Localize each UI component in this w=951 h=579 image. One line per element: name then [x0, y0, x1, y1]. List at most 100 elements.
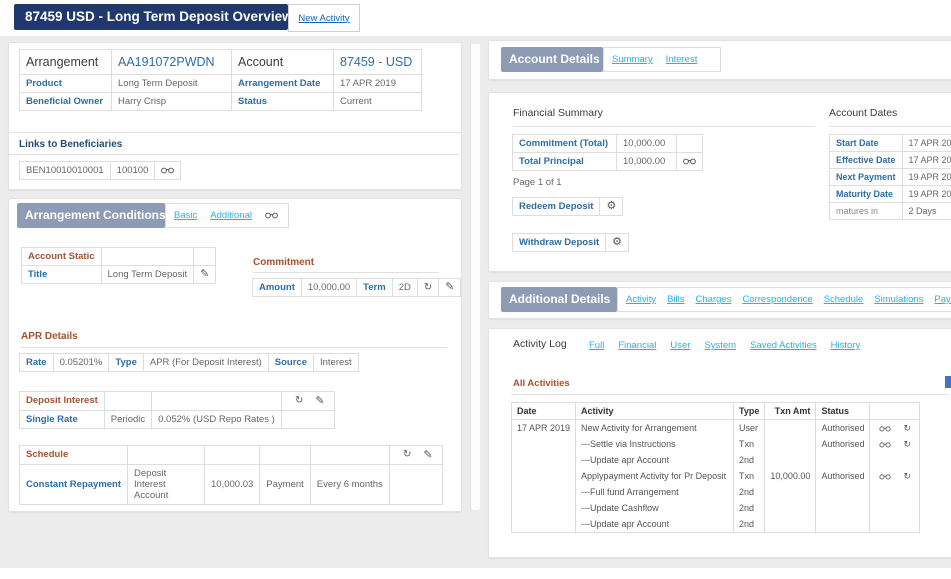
view-icon[interactable] — [879, 440, 891, 449]
account-dates-row: Effective Date 17 APR 2019 — [830, 152, 951, 169]
gear-icon[interactable]: ⚙ — [606, 201, 616, 212]
arrangement-conditions-header: Arrangement Conditions — [17, 203, 165, 228]
arrangement-conditions-panel: Arrangement Conditions Basic Additional A… — [8, 198, 462, 512]
additional-details-link[interactable]: Simulations — [874, 294, 923, 305]
all-activities-table: Date Activity Type Txn Amt Status 17 APR… — [511, 402, 920, 533]
edit-icon[interactable]: ✎ — [315, 396, 324, 407]
schedule-header: Schedule — [20, 446, 128, 465]
activity-row: ---Full fund Arrangement 2nd ↻ — [512, 484, 920, 500]
field-label: Beneficial Owner — [20, 93, 112, 111]
field-value: 17 APR 2019 — [334, 75, 422, 93]
fs-value: 10,000.00 — [617, 135, 677, 153]
account-static-table: Account Static Title Long Term Deposit ✎ — [21, 247, 216, 284]
date-value: 2 Days — [902, 203, 951, 220]
account-dates-row: Start Date 17 APR 2019 — [830, 135, 951, 152]
account-details-link[interactable]: Interest — [666, 54, 698, 65]
redeem-deposit-button[interactable]: Redeem Deposit ⚙ — [512, 197, 623, 216]
view-icon[interactable] — [683, 157, 696, 167]
activity-amt — [765, 452, 816, 468]
conditions-link[interactable]: Additional — [210, 210, 252, 221]
col-txn-amt: Txn Amt — [765, 403, 816, 420]
activity-row: 17 APR 2019 New Activity for Arrangement… — [512, 420, 920, 437]
activity-log-link[interactable]: History — [831, 340, 861, 351]
activity-status: Authorised — [816, 436, 870, 452]
additional-details-link[interactable]: Correspondence — [742, 294, 812, 305]
activity-status: Authorised — [816, 468, 870, 484]
refresh-icon[interactable]: ↻ — [424, 283, 432, 293]
financial-summary-table: Commitment (Total) 10,000.00 Total Princ… — [512, 134, 703, 171]
view-icon[interactable] — [879, 472, 891, 481]
activity-log-link[interactable]: Full — [589, 340, 604, 351]
additional-details-link[interactable]: Activity — [626, 294, 656, 305]
rate-label: Rate — [20, 354, 54, 372]
account-dates-row: Maturity Date 19 APR 2019 — [830, 186, 951, 203]
additional-details-link[interactable]: Payment — [934, 294, 951, 305]
activity-date — [512, 468, 576, 484]
activity-desc: ---Update Cashflow — [576, 500, 734, 516]
date-value: 19 APR 2019 — [902, 169, 951, 186]
new-activity-button[interactable]: New Activity — [288, 4, 360, 32]
history-icon[interactable]: ↻ — [903, 472, 911, 481]
arrangement-summary-row: Beneficial Owner Harry Crisp Status Curr… — [20, 93, 422, 111]
withdraw-deposit-button[interactable]: Withdraw Deposit ⚙ — [512, 233, 629, 252]
additional-details-link[interactable]: Schedule — [824, 294, 864, 305]
rate-value: 0.052% (USD Repo Rates ) — [152, 410, 282, 428]
view-icon[interactable] — [879, 424, 891, 433]
activity-date — [512, 484, 576, 500]
beneficiaries-panel: Links to Beneficiaries BEN10010010001 10… — [8, 132, 462, 190]
activity-log-link[interactable]: Saved Activities — [750, 340, 817, 351]
activity-log-link[interactable]: System — [704, 340, 736, 351]
left-frame-scrollbar[interactable] — [470, 44, 480, 510]
date-label: Maturity Date — [830, 186, 903, 203]
activity-desc: ---Update apr Account — [576, 452, 734, 468]
col-activity: Activity — [576, 403, 734, 420]
type-value: APR (For Deposit Interest) — [143, 354, 268, 372]
account-details-link[interactable]: Summary — [612, 54, 653, 65]
new-activity-link[interactable]: New Activity — [298, 13, 349, 24]
field-value: Harry Crisp — [112, 93, 232, 111]
date-label: matures in — [830, 203, 903, 220]
field-label: Product — [20, 75, 112, 93]
conditions-link[interactable]: Basic — [174, 210, 197, 221]
account-dates-row: Next Payment 19 APR 2019 — [830, 169, 951, 186]
divider — [21, 347, 447, 348]
activity-amt — [765, 516, 816, 533]
refresh-icon[interactable]: ↻ — [295, 396, 303, 406]
additional-details-link[interactable]: Bills — [667, 294, 684, 305]
activity-status — [816, 500, 870, 516]
redeem-deposit-label[interactable]: Redeem Deposit — [513, 198, 600, 216]
field-value: Current — [334, 93, 422, 111]
history-icon[interactable]: ↻ — [903, 424, 911, 433]
view-icon[interactable] — [265, 208, 278, 224]
refresh-icon[interactable]: ↻ — [403, 450, 411, 460]
account-dates-table: Start Date 17 APR 2019 Effective Date 17… — [829, 134, 951, 220]
activity-row: ---Settle via Instructions Txn Authorise… — [512, 436, 920, 452]
activity-log-link[interactable]: User — [670, 340, 690, 351]
source-label: Source — [268, 354, 313, 372]
edit-icon[interactable]: ✎ — [423, 450, 432, 461]
beneficiaries-title: Links to Beneficiaries — [19, 139, 122, 150]
commitment-title: Commitment — [253, 257, 314, 268]
date-value: 19 APR 2019 — [902, 186, 951, 203]
repayment-label: Constant Repayment — [20, 464, 128, 504]
page-title: 87459 USD - Long Term Deposit Overview — [14, 4, 288, 30]
additional-details-link[interactable]: Charges — [696, 294, 732, 305]
activity-type: Txn — [734, 436, 765, 452]
field-label: Account — [232, 50, 334, 75]
period-value: Periodic — [104, 410, 151, 428]
term-label: Term — [357, 279, 393, 297]
fs-label: Commitment (Total) — [513, 135, 617, 153]
account-details-links: Summary Interest — [603, 47, 721, 72]
edit-icon[interactable]: ✎ — [200, 269, 209, 280]
gear-icon[interactable]: ⚙ — [612, 237, 622, 248]
withdraw-deposit-label[interactable]: Withdraw Deposit — [513, 234, 606, 252]
view-icon[interactable] — [161, 166, 174, 176]
edit-icon[interactable]: ✎ — [445, 282, 454, 293]
history-icon[interactable]: ↻ — [903, 440, 911, 449]
arrangement-summary-row: Arrangement AA191072PWDN Account 87459 -… — [20, 50, 422, 75]
export-icon[interactable] — [945, 376, 951, 388]
activity-log-link[interactable]: Financial — [618, 340, 656, 351]
activity-amt — [765, 420, 816, 437]
activity-date — [512, 516, 576, 533]
activity-amt — [765, 436, 816, 452]
